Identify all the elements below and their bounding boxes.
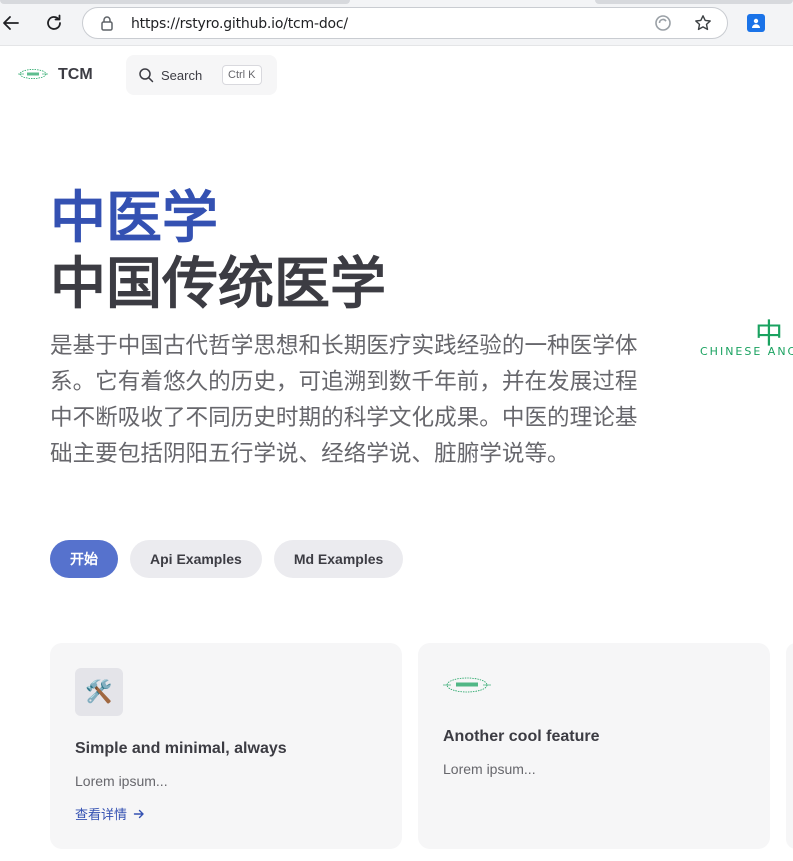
search-label: Search [161,68,203,83]
feature-title: Another cool feature [443,728,600,745]
reload-icon [47,14,61,30]
api-examples-button[interactable]: Api Examples [130,540,262,578]
feature-link[interactable]: 查看详情 [75,804,145,823]
star-icon[interactable] [694,14,712,37]
profile-icon [752,18,760,28]
tools-icon: 🛠️ [75,668,123,716]
feature-card[interactable]: 🛠️ Simple and minimal, always Lorem ipsu… [50,643,402,849]
url-text[interactable]: https://rstyro.github.io/tcm-doc/ [131,16,348,32]
site-nav: TCM Search Ctrl K [0,46,793,106]
feature-link-text: 查看详情 [75,808,128,823]
lock-icon[interactable] [100,15,114,36]
feature-card[interactable] [786,643,793,849]
hero-image: 中 CHINESE ANC [700,312,793,362]
reader-icon[interactable] [654,14,672,37]
browser-toolbar: https://rstyro.github.io/tcm-doc/ [0,0,793,46]
tcm-logo-icon[interactable] [18,68,48,80]
arrow-right-icon [133,809,144,818]
search-shortcut: Ctrl K [222,65,262,85]
start-button[interactable]: 开始 [50,540,118,578]
profile-button[interactable] [747,14,765,32]
back-button[interactable] [0,10,24,36]
search-icon [139,68,154,83]
hero-tagline: 是基于中国古代哲学思想和长期医疗实践经验的一种医学体系。它有着悠久的历史，可追溯… [50,333,638,467]
address-bar[interactable]: https://rstyro.github.io/tcm-doc/ [82,7,728,39]
back-arrow-icon [3,16,19,30]
hero-name: 中医学 [50,186,218,251]
site-title[interactable]: TCM [58,66,93,84]
browser-tab[interactable] [0,0,350,4]
hero-text: 中国传统医学 [50,252,386,317]
feature-card[interactable]: Another cool feature Lorem ipsum... [418,643,770,849]
search-button[interactable]: Search Ctrl K [126,55,277,95]
hero-actions: 开始 Api Examples Md Examples [50,540,404,578]
hero-image-subtitle: CHINESE ANC [700,345,793,358]
tcm-logo-icon [443,677,491,693]
feature-details: Lorem ipsum... [443,761,536,777]
feature-title: Simple and minimal, always [75,740,287,757]
feature-details: Lorem ipsum... [75,773,168,789]
md-examples-button[interactable]: Md Examples [273,540,404,578]
reload-button[interactable] [41,10,67,36]
browser-tab[interactable] [595,0,793,4]
